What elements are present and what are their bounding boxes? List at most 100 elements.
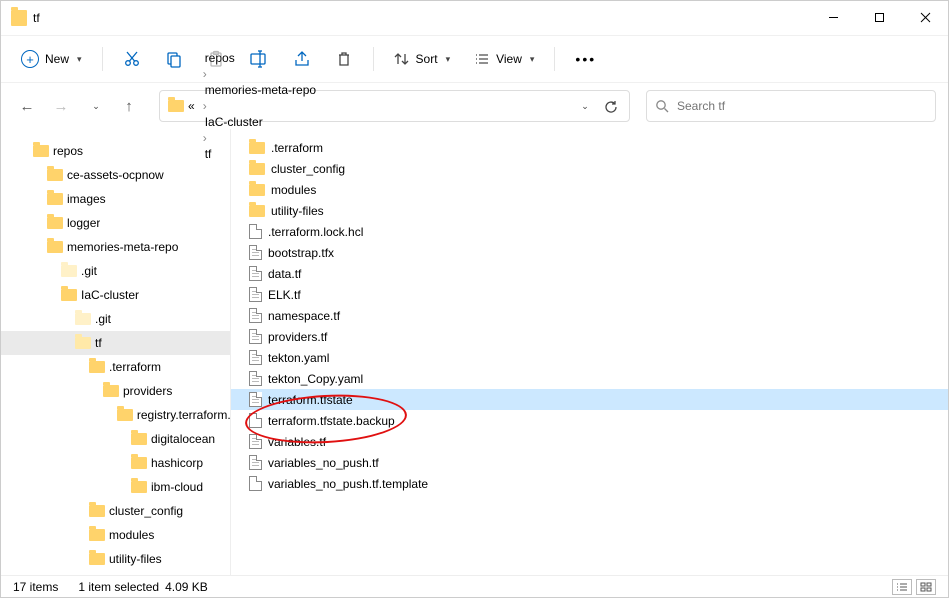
copy-button[interactable] [155, 41, 193, 77]
list-item[interactable]: modules [231, 179, 948, 200]
tree-item-label: ce-assets-ocpnow [67, 168, 164, 182]
maximize-button[interactable] [856, 1, 902, 33]
toolbar: + New ▾ Sort ▾ View ▾ ••• [1, 35, 948, 83]
delete-button[interactable] [325, 41, 363, 77]
new-label: New [45, 52, 69, 66]
scissors-icon [123, 50, 141, 68]
crumb-segment[interactable]: memories-meta-repo [201, 81, 320, 99]
folder-icon [47, 193, 63, 205]
file-icon [249, 245, 262, 260]
tree-item[interactable]: utility-files [1, 547, 230, 571]
view-label: View [496, 52, 522, 66]
tree-item[interactable]: providers [1, 379, 230, 403]
file-name: variables.tf [268, 435, 326, 449]
tree-item[interactable]: hashicorp [1, 451, 230, 475]
list-item[interactable]: ELK.tf [231, 284, 948, 305]
tree-item[interactable]: .terraform [1, 355, 230, 379]
tree-item[interactable]: IaC-cluster [1, 283, 230, 307]
tree-item[interactable]: tf [1, 331, 230, 355]
refresh-button[interactable] [597, 99, 625, 114]
list-item[interactable]: data.tf [231, 263, 948, 284]
list-item[interactable]: .terraform [231, 137, 948, 158]
sort-button[interactable]: Sort ▾ [384, 41, 461, 77]
file-name: modules [271, 183, 316, 197]
tree-item[interactable]: logger [1, 211, 230, 235]
list-item[interactable]: terraform.tfstate.backup [231, 410, 948, 431]
file-icon [249, 413, 262, 428]
list-item[interactable]: namespace.tf [231, 305, 948, 326]
new-button[interactable]: + New ▾ [11, 41, 92, 77]
list-item[interactable]: variables.tf [231, 431, 948, 452]
search-input[interactable] [677, 99, 927, 113]
details-view-button[interactable] [892, 579, 912, 595]
tree-item-label: .git [81, 264, 97, 278]
crumb-root[interactable]: « [164, 97, 199, 115]
tree-item[interactable]: digitalocean [1, 427, 230, 451]
file-name: cluster_config [271, 162, 345, 176]
tree-item[interactable]: .git [1, 307, 230, 331]
tree-item-label: modules [109, 528, 154, 542]
tree-item[interactable]: repos [1, 139, 230, 163]
back-button[interactable]: ← [13, 92, 41, 120]
up-button[interactable]: ↑ [115, 92, 143, 120]
file-name: tekton_Copy.yaml [268, 372, 363, 386]
folder-icon [75, 313, 91, 325]
folder-icon [75, 337, 91, 349]
forward-button[interactable]: → [47, 92, 75, 120]
cut-button[interactable] [113, 41, 151, 77]
tree-item[interactable]: .git [1, 259, 230, 283]
grid-icon [920, 582, 932, 592]
breadcrumb[interactable]: « repos›memories-meta-repo›IaC-cluster›t… [159, 90, 630, 122]
chevron-down-icon: ▾ [77, 54, 82, 65]
chevron-down-icon: ⌄ [581, 101, 589, 112]
list-item[interactable]: tekton.yaml [231, 347, 948, 368]
list-item[interactable]: utility-files [231, 200, 948, 221]
tree-item[interactable]: modules [1, 523, 230, 547]
search-box[interactable] [646, 90, 936, 122]
search-icon [655, 99, 669, 113]
paste-button[interactable] [197, 41, 235, 77]
folder-icon [33, 145, 49, 157]
list-item[interactable]: cluster_config [231, 158, 948, 179]
tree-item-label: images [67, 192, 106, 206]
tree-item-label: memories-meta-repo [67, 240, 178, 254]
file-list[interactable]: .terraform cluster_configmodules utility-f… [231, 129, 948, 575]
sort-icon [394, 51, 410, 67]
list-item[interactable]: tekton_Copy.yaml [231, 368, 948, 389]
sort-label: Sort [416, 52, 438, 66]
clipboard-icon [207, 50, 225, 68]
folder-icon [131, 433, 147, 445]
tree-item[interactable]: registry.terraform. [1, 403, 230, 427]
history-dropdown[interactable]: ⌄ [573, 92, 595, 120]
file-icon [249, 308, 262, 323]
window-title: tf [33, 11, 40, 25]
tree-item[interactable]: ibm-cloud [1, 475, 230, 499]
recent-button[interactable]: ⌄ [81, 92, 109, 120]
list-item[interactable]: providers.tf [231, 326, 948, 347]
nav-row: ← → ⌄ ↑ « repos›memories-meta-repo›IaC-c… [1, 83, 948, 129]
tree-item[interactable]: cluster_config [1, 499, 230, 523]
list-item[interactable]: terraform.tfstate [231, 389, 948, 410]
main-area: repos ce-assets-ocpnow images logger memorie… [1, 129, 948, 575]
file-name: utility-files [271, 204, 324, 218]
more-button[interactable]: ••• [565, 41, 606, 77]
tree-item-label: tf [95, 336, 102, 350]
tree-item[interactable]: images [1, 187, 230, 211]
list-item[interactable]: .terraform.lock.hcl [231, 221, 948, 242]
minimize-button[interactable] [810, 1, 856, 33]
refresh-icon [604, 99, 619, 114]
tree-item-label: repos [53, 144, 83, 158]
nav-tree[interactable]: repos ce-assets-ocpnow images logger memorie… [1, 129, 231, 575]
tree-item[interactable]: ce-assets-ocpnow [1, 163, 230, 187]
view-button[interactable]: View ▾ [464, 41, 544, 77]
file-icon [249, 266, 262, 281]
list-item[interactable]: bootstrap.tfx [231, 242, 948, 263]
tree-item[interactable]: memories-meta-repo [1, 235, 230, 259]
folder-icon [47, 169, 63, 181]
root-glyph: « [188, 99, 195, 113]
separator [373, 47, 374, 71]
thumbnails-view-button[interactable] [916, 579, 936, 595]
list-item[interactable]: variables_no_push.tf [231, 452, 948, 473]
list-item[interactable]: variables_no_push.tf.template [231, 473, 948, 494]
close-button[interactable] [902, 1, 948, 33]
